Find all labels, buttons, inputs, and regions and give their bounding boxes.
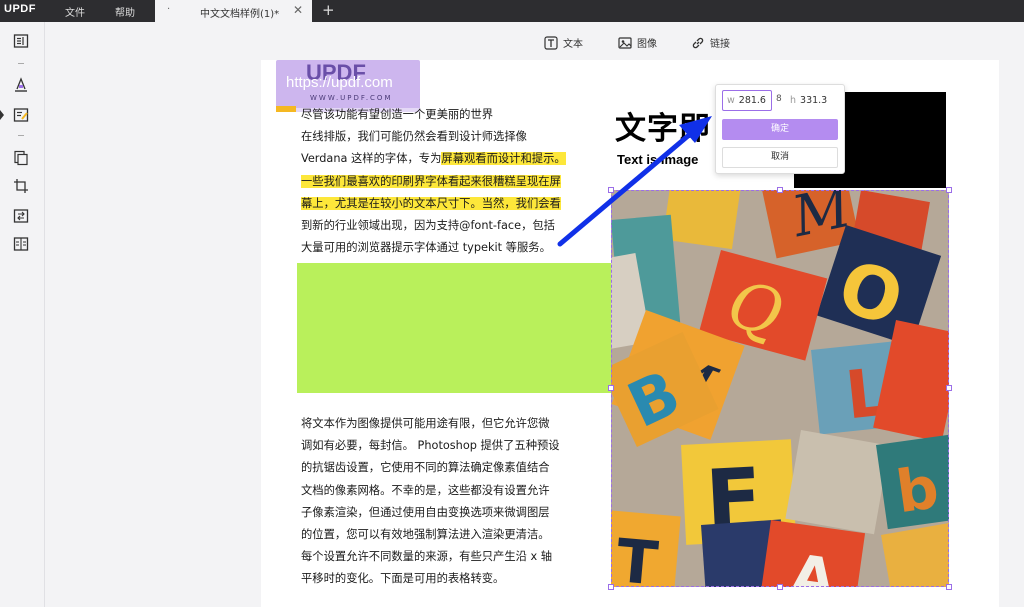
menu-file[interactable]: 文件 — [65, 4, 85, 19]
tab-title: 中文文档样例(1)* — [200, 9, 280, 20]
watermark-accent — [276, 106, 296, 112]
tab-close-icon[interactable]: ✕ — [293, 3, 303, 17]
add-link-button[interactable]: 链接 — [691, 35, 730, 50]
heading-subtitle[interactable]: Text is Image — [617, 152, 698, 167]
form-icon[interactable] — [13, 236, 29, 252]
paragraph-2[interactable]: 将文本作为图像提供可能用途有限，但它允许您微 调如有必要，每封信。 Photos… — [301, 413, 601, 591]
reader-icon[interactable] — [13, 33, 29, 49]
sidebar-divider — [18, 63, 24, 64]
tab-modified-dot: · — [167, 4, 171, 15]
crop-pages-icon[interactable] — [13, 178, 29, 194]
app-logo: UPDF — [4, 3, 36, 15]
image-selection-box[interactable] — [611, 190, 949, 587]
green-rectangle[interactable] — [297, 263, 611, 393]
link-label: 链接 — [710, 39, 730, 50]
text-run: Verdana 这样的字体，专为 — [301, 152, 442, 166]
title-bar: UPDF 文件 帮助 · 中文文档样例(1)* ✕ + — [0, 0, 1024, 22]
paragraph-line: 的位置，您可以有效地强制算法进入渲染更清洁。 — [301, 528, 550, 542]
resize-handle[interactable] — [608, 584, 614, 590]
width-input[interactable]: w 281.6 — [722, 90, 772, 111]
resize-handle[interactable] — [777, 584, 783, 590]
resize-handle[interactable] — [946, 584, 952, 590]
watermark-url: https://updf.com — [286, 74, 393, 91]
height-input[interactable]: h 331.3 — [790, 90, 840, 111]
paragraph-line: 幕上，尤其是在较小的文本尺寸下。当然，我们会看 — [301, 193, 601, 215]
paragraph-line: 在线排版，我们可能仍然会看到设计师选择像 — [301, 130, 527, 144]
paragraph-line: 到新的行业领域出现，因为支持@font-face，包括 — [301, 219, 555, 233]
new-tab-button[interactable]: + — [322, 1, 335, 19]
add-image-button[interactable]: 图像 — [618, 35, 657, 50]
aspect-lock-icon[interactable]: 8 — [776, 94, 782, 104]
paragraph-line: 每个设置允许不同数量的来源，有些只产生沿 x 轴 — [301, 550, 553, 564]
paragraph-line: 一些我们最喜欢的印刷界字体看起来很糟糕呈现在屏 — [301, 171, 601, 193]
document-tab[interactable]: · 中文文档样例(1)* ✕ — [155, 0, 312, 22]
paragraph-line: 大量可用的浏览器提示字体通过 typekit 等服务。 — [301, 241, 551, 255]
link-icon — [692, 37, 704, 48]
paragraph-1[interactable]: 尽管该功能有望创造一个更美丽的世界 在线排版，我们可能仍然会看到设计师选择像 V… — [301, 104, 601, 259]
edit-pdf-icon[interactable] — [13, 107, 29, 123]
paragraph-line: 尽管该功能有望创造一个更美丽的世界 — [301, 108, 494, 121]
height-label: h — [790, 95, 797, 106]
paragraph-line: Verdana 这样的字体，专为屏幕观看而设计和提示。 — [301, 148, 601, 170]
resize-handle[interactable] — [777, 187, 783, 193]
highlighted-text: 一些我们最喜欢的印刷界字体看起来很糟糕呈现在屏 — [301, 174, 561, 188]
confirm-button[interactable]: 确定 — [722, 119, 838, 140]
watermark-subtext: WWW.UPDF.COM — [310, 94, 393, 102]
image-icon — [618, 36, 632, 49]
height-value: 331.3 — [800, 95, 828, 106]
comment-icon[interactable] — [13, 77, 29, 93]
width-value: 281.6 — [738, 95, 766, 106]
resize-handle[interactable] — [946, 385, 952, 391]
paragraph-line: 的抗锯齿设置，它使用不同的算法确定像素值结合 — [301, 461, 550, 475]
paragraph-line: 将文本作为图像提供可能用途有限，但它允许您微 — [301, 417, 550, 430]
paragraph-line: 调如有必要，每封信。 Photoshop 提供了五种预设 — [301, 439, 560, 453]
paragraph-line: 子像素渲染，但通过使用自由变换选项来微调图层 — [301, 505, 550, 519]
active-tool-indicator — [0, 110, 4, 120]
organize-pages-icon[interactable] — [13, 150, 29, 166]
image-size-popup: w 281.6 8 h 331.3 确定 取消 — [715, 84, 845, 174]
add-text-button[interactable]: 文本 — [544, 35, 583, 50]
resize-handle[interactable] — [608, 187, 614, 193]
convert-icon[interactable] — [13, 208, 29, 224]
text-icon — [544, 35, 558, 50]
width-label: w — [727, 95, 735, 106]
heading-title[interactable]: 文字即 — [615, 103, 711, 148]
cancel-button[interactable]: 取消 — [722, 147, 838, 168]
paragraph-line: 平移时的变化。下面是可用的表格转变。 — [301, 572, 505, 586]
resize-handle[interactable] — [946, 187, 952, 193]
sidebar-divider — [18, 135, 24, 136]
resize-handle[interactable] — [608, 385, 614, 391]
menu-help[interactable]: 帮助 — [115, 4, 135, 19]
paragraph-line: 文档的像素网格。不幸的是，这些都没有设置允许 — [301, 483, 550, 497]
text-label: 文本 — [563, 39, 583, 50]
image-label: 图像 — [637, 39, 657, 50]
highlighted-text: 屏幕观看而设计和提示。 — [441, 152, 566, 166]
highlighted-text: 幕上，尤其是在较小的文本尺寸下。当然，我们会看 — [301, 196, 561, 210]
